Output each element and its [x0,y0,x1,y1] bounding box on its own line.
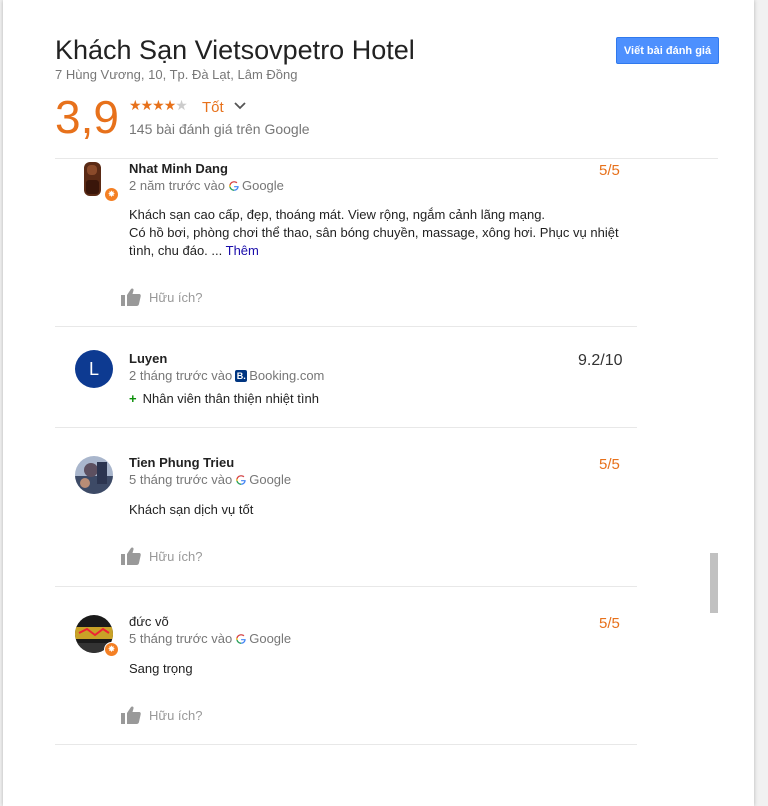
average-score: 3,9 [55,91,119,143]
star-empty-icon: ★ [175,97,188,113]
review-item: ✸ đức võ 5 tháng trước vào Google 5/5 Sa… [55,587,637,745]
google-icon [229,180,239,191]
avatar[interactable]: L [75,350,113,388]
star-icon: ★ [163,97,177,113]
chevron-down-icon[interactable] [233,99,247,113]
review-score: 9.2/10 [578,352,623,369]
divider [55,158,718,159]
scrollbar-thumb[interactable] [710,553,718,613]
review-author[interactable]: Luyen [129,351,167,366]
thumbs-up-icon [121,547,141,565]
plus-icon: + [129,391,137,406]
rating-word: Tốt [202,99,224,116]
review-meta: 2 năm trước vào Google [129,178,284,193]
review-time: 5 tháng trước vào [129,472,233,487]
divider [55,744,637,745]
review-source: Google [249,631,292,646]
review-item: ✸ Nhat Minh Dang 2 năm trước vào Google … [55,160,637,327]
review-score: 5/5 [599,456,620,473]
review-source: Booking.com [249,368,325,383]
helpful-button[interactable]: Hữu ích? [121,547,203,565]
helpful-label: Hữu ích? [149,548,203,564]
review-time: 5 tháng trước vào [129,631,233,646]
helpful-label: Hữu ích? [149,289,203,305]
reviews-panel: Khách Sạn Vietsovpetro Hotel 7 Hùng Vươn… [3,0,754,806]
review-meta: 5 tháng trước vào Google [129,631,291,646]
avatar-letter: L [88,358,99,379]
positive-text: Nhân viên thân thiện nhiệt tình [142,391,319,406]
review-positive: + Nhân viên thân thiện nhiệt tình [129,390,629,408]
star-icon: ★ [129,97,142,113]
review-time: 2 năm trước vào [129,178,225,193]
review-text: Khách sạn dịch vụ tốt [129,502,254,517]
review-author[interactable]: đức võ [129,614,169,629]
star-icon: ★ [140,97,154,113]
write-review-button[interactable]: Viết bài đánh giá [616,37,719,64]
booking-icon: B. [235,369,248,382]
hotel-address: 7 Hùng Vương, 10, Tp. Đà Lạt, Lâm Đồng [55,67,298,82]
review-text: Sang trọng [129,661,193,676]
review-source: Google [241,178,284,193]
review-item: Tien Phung Trieu 5 tháng trước vào Googl… [55,428,637,587]
star-rating: ★★★★★ [129,97,188,113]
thumbs-up-icon [121,706,141,724]
local-guide-badge-icon: ✸ [104,187,119,202]
review-text: Khách sạn cao cấp, đẹp, thoáng mát. View… [129,206,629,260]
review-author[interactable]: Nhat Minh Dang [129,161,228,176]
review-count: 145 bài đánh giá trên Google [129,121,310,137]
star-icon: ★ [152,97,165,113]
google-icon [236,633,246,644]
review-source: Google [249,472,292,487]
helpful-label: Hữu ích? [149,707,203,723]
helpful-button[interactable]: Hữu ích? [121,288,203,306]
review-time: 2 tháng trước vào [129,368,233,383]
avatar[interactable]: ✸ [75,160,119,202]
review-score: 5/5 [599,162,620,179]
page-title: Khách Sạn Vietsovpetro Hotel [55,35,415,65]
avatar[interactable] [75,456,113,494]
review-score: 5/5 [599,615,620,632]
review-item: L Luyen 2 tháng trước vào B. Booking.com… [55,327,637,428]
local-guide-badge-icon: ✸ [104,642,119,657]
helpful-button[interactable]: Hữu ích? [121,706,203,724]
review-text-line: Khách sạn cao cấp, đẹp, thoáng mát. View… [129,207,546,222]
review-text-line: tình, chu đáo. ... Thêm [129,243,259,258]
more-link[interactable]: Thêm [226,243,259,258]
avatar[interactable]: ✸ [75,615,119,657]
review-meta: 5 tháng trước vào Google [129,472,291,487]
review-meta: 2 tháng trước vào B. Booking.com [129,368,324,383]
review-author[interactable]: Tien Phung Trieu [129,455,234,470]
review-text-line: Có hồ bơi, phòng chơi thể thao, sân bóng… [129,225,619,240]
thumbs-up-icon [121,288,141,306]
google-icon [236,474,246,485]
